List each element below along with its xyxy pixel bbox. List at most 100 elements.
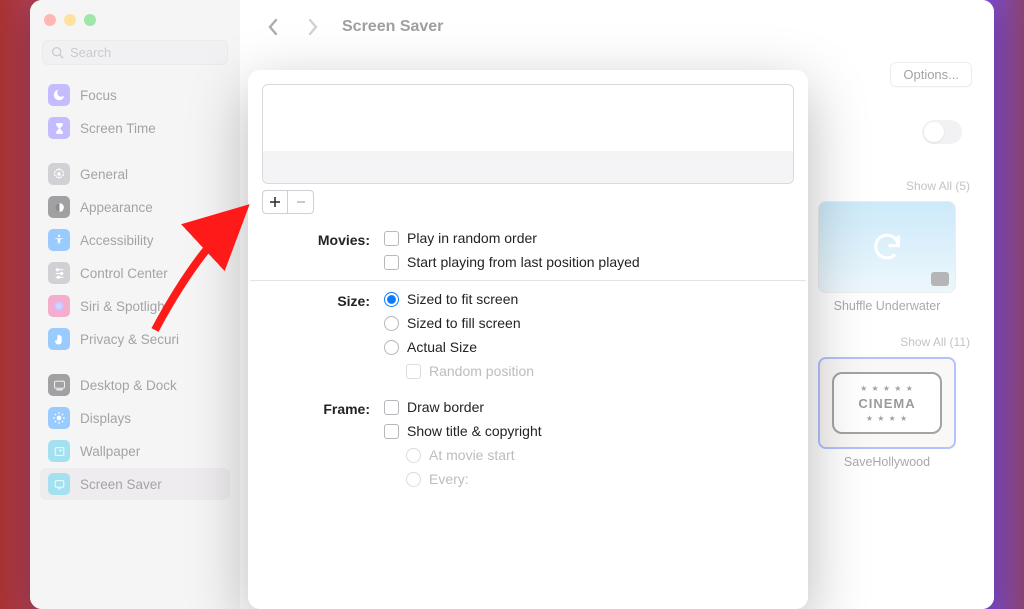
movies-listbox[interactable] [262,84,794,184]
accessibility-icon [48,229,70,251]
radio-icon [384,316,399,331]
sidebar-item-label: Focus [80,88,117,103]
checkbox-icon [384,255,399,270]
sidebar-item-label: Desktop & Dock [80,378,177,393]
gear-icon [48,163,70,185]
sidebar-item-wallpaper[interactable]: Wallpaper [40,435,230,467]
search-input[interactable]: Search [42,40,228,65]
sidebar-item-desktop-dock[interactable]: Desktop & Dock [40,369,230,401]
option-label: At movie start [429,447,515,463]
close-window-button[interactable] [44,14,56,26]
sidebar-item-privacy-security[interactable]: Privacy & Securi [40,323,230,355]
checkbox-random-position: Random position [384,363,792,379]
option-label: Sized to fit screen [407,291,518,307]
refresh-icon [870,230,904,264]
sidebar-item-siri-spotlight[interactable]: Siri & Spotlight [40,290,230,322]
plus-icon [269,196,281,208]
toolbar: Screen Saver [240,0,994,54]
remove-movie-button[interactable] [288,190,314,214]
thumbnail-label: Shuffle Underwater [802,299,972,313]
radio-icon [406,472,421,487]
appearance-icon [48,196,70,218]
search-placeholder: Search [70,45,111,60]
sun-icon [48,407,70,429]
radio-sized-to-fill-screen[interactable]: Sized to fill screen [384,315,792,331]
option-label: Draw border [407,399,484,415]
checkbox-icon [384,231,399,246]
option-label: Sized to fill screen [407,315,521,331]
screensaver-toggle[interactable] [922,120,962,144]
screensaver-options-sheet: Movies: Play in random order Start playing… [248,70,808,609]
radio-icon [406,448,421,463]
section-label: Frame: [264,399,384,417]
search-icon [51,46,64,59]
radio-icon [384,292,399,307]
siri-icon [48,295,70,317]
sidebar-item-screen-saver[interactable]: Screen Saver [40,468,230,500]
sidebar-item-label: Privacy & Securi [80,332,179,347]
sidebar-item-screen-time[interactable]: Screen Time [40,112,230,144]
chevron-left-icon [267,18,279,36]
sidebar-item-label: Screen Saver [80,477,162,492]
screensaver-thumbnail-shuffle-underwater[interactable] [818,201,956,293]
sidebar-item-label: Accessibility [80,233,154,248]
radio-actual-size[interactable]: Actual Size [384,339,792,355]
option-label: Every: [429,471,469,487]
option-label: Start playing from last position played [407,254,640,270]
checkbox-start-playing-from-last-position-played[interactable]: Start playing from last position played [384,254,792,270]
sidebar-item-label: Wallpaper [80,444,140,459]
option-label: Actual Size [407,339,477,355]
add-remove-controls [262,190,794,214]
radio-sized-to-fit-screen[interactable]: Sized to fit screen [384,291,792,307]
dock-icon [48,374,70,396]
checkbox-play-in-random-order[interactable]: Play in random order [384,230,792,246]
sidebar-item-label: Siri & Spotlight [80,299,169,314]
option-label: Play in random order [407,230,537,246]
screensaver-thumbnail-savehollywood[interactable]: ★ ★ ★ ★ ★ CINEMA ★ ★ ★ ★ [818,357,956,449]
video-badge-icon [931,272,949,286]
checkbox-icon [384,424,399,439]
page-title: Screen Saver [342,18,443,36]
minimize-window-button[interactable] [64,14,76,26]
checkbox-draw-border[interactable]: Draw border [384,399,792,415]
sidebar-item-label: General [80,167,128,182]
wallpaper-icon [48,440,70,462]
moon-icon [48,84,70,106]
checkbox-show-title-copyright[interactable]: Show title & copyright [384,423,792,439]
option-label: Show title & copyright [407,423,542,439]
option-label: Random position [429,363,534,379]
hand-icon [48,328,70,350]
sidebar-item-label: Control Center [80,266,168,281]
sidebar-item-appearance[interactable]: Appearance [40,191,230,223]
sidebar-item-label: Displays [80,411,131,426]
options-button[interactable]: Options... [890,62,972,87]
back-button[interactable] [262,12,284,42]
radio-icon [384,340,399,355]
sidebar: Search Focus Screen Time General Appearance… [30,0,240,609]
show-all-link[interactable]: Show All (11) [802,331,972,357]
section-label: Movies: [264,230,384,248]
sidebar-item-displays[interactable]: Displays [40,402,230,434]
sidebar-item-label: Appearance [80,200,153,215]
sidebar-item-general[interactable]: General [40,158,230,190]
cinema-ticket-icon: ★ ★ ★ ★ ★ CINEMA ★ ★ ★ ★ [832,372,942,434]
sidebar-item-accessibility[interactable]: Accessibility [40,224,230,256]
sidebar-item-focus[interactable]: Focus [40,79,230,111]
thumbnail-label: SaveHollywood [802,455,972,469]
show-all-link[interactable]: Show All (5) [802,175,972,201]
sliders-icon [48,262,70,284]
add-movie-button[interactable] [262,190,288,214]
settings-window: Search Focus Screen Time General Appearance… [30,0,994,609]
checkbox-icon [406,364,421,379]
sidebar-item-label: Screen Time [80,121,156,136]
radio-at-movie-start: At movie start [384,447,792,463]
forward-button[interactable] [302,12,324,42]
checkbox-icon [384,400,399,415]
hourglass-icon [48,117,70,139]
minus-icon [295,196,307,208]
section-label: Size: [264,291,384,309]
zoom-window-button[interactable] [84,14,96,26]
radio-every: Every: [384,471,792,487]
screensaver-icon [48,473,70,495]
sidebar-item-control-center[interactable]: Control Center [40,257,230,289]
